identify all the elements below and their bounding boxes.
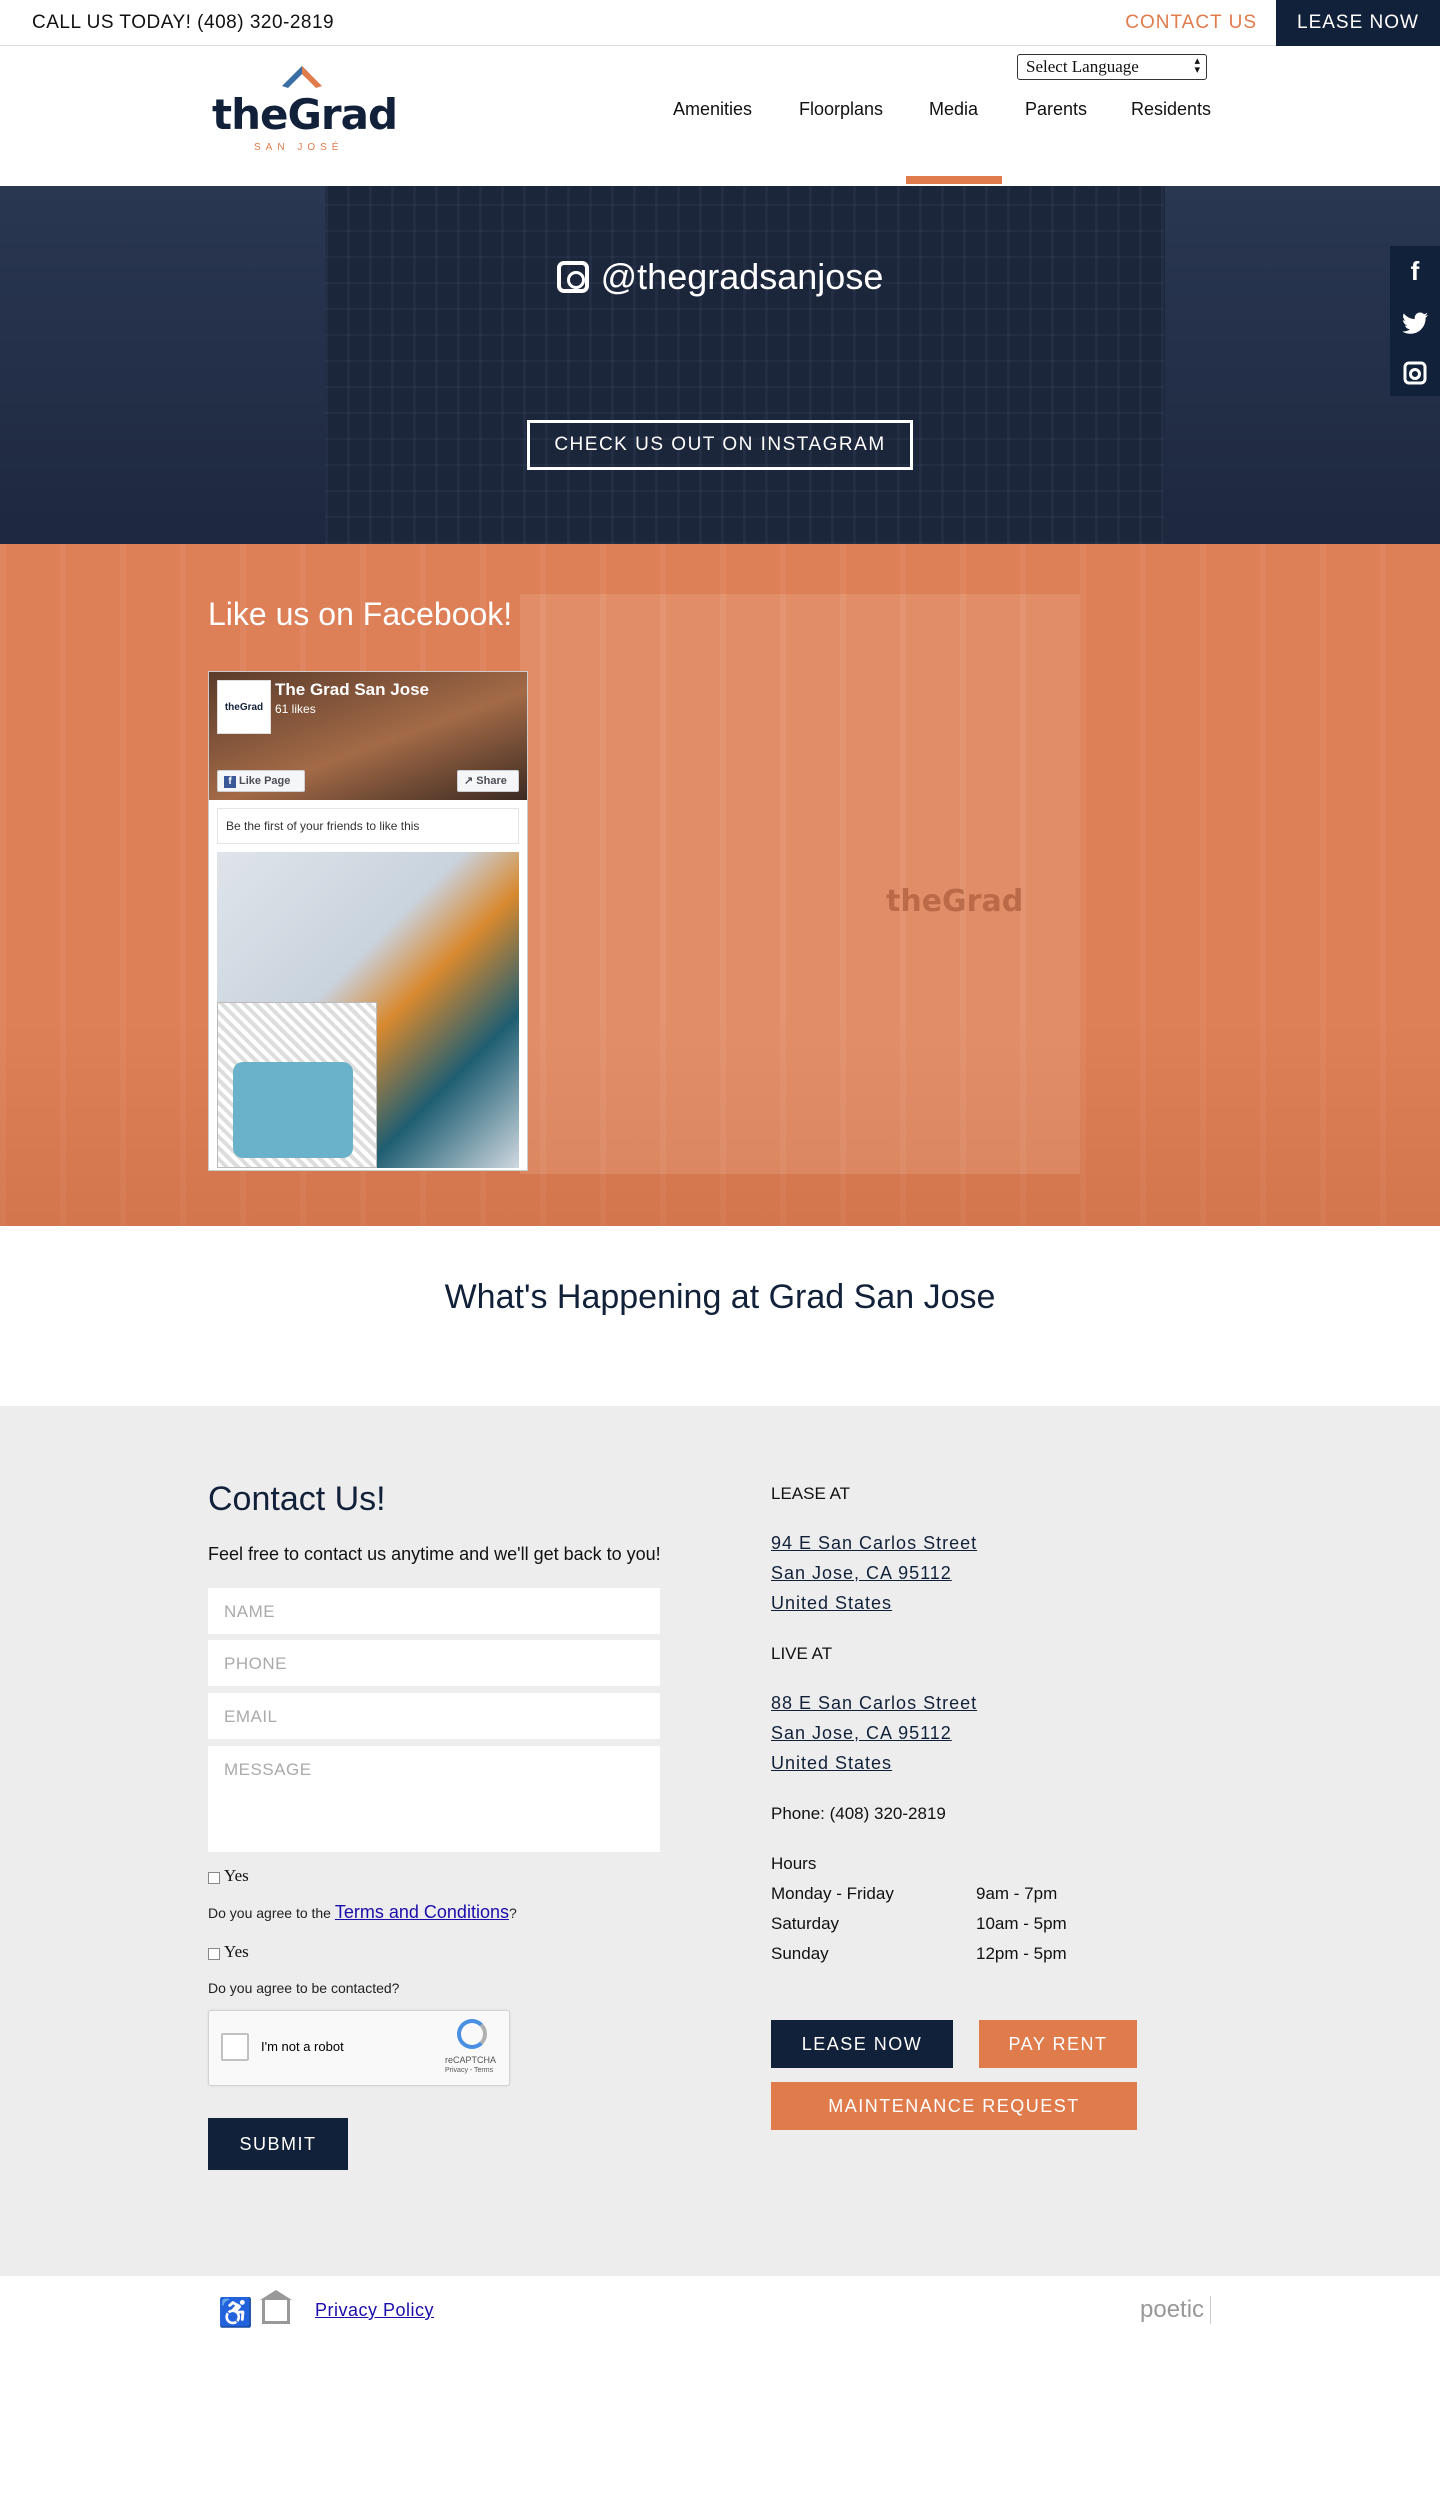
terms-checkbox[interactable] <box>208 1872 220 1884</box>
instagram-sidebar-icon[interactable] <box>1390 346 1440 396</box>
hours-row: Saturday 10am - 5pm <box>771 1914 1067 1934</box>
contact-consent-yes-label: Yes <box>224 1942 249 1961</box>
logo-roof-icon <box>282 66 322 88</box>
happening-title: What's Happening at Grad San Jose <box>444 1278 996 1316</box>
hours-title: Hours <box>771 1854 817 1873</box>
submit-button[interactable]: SUBMIT <box>208 2118 348 2170</box>
accessibility-icon: ♿ <box>218 2297 253 2328</box>
recaptcha-logo-icon <box>457 2019 487 2049</box>
contact-intro: Feel free to contact us anytime and we'l… <box>208 1544 661 1564</box>
terms-agree-prefix: Do you agree to the <box>208 1905 331 1921</box>
instagram-handle-text: @thegradsanjose <box>600 256 884 297</box>
logo-subtext: SAN JOSÉ <box>254 142 344 153</box>
contact-us-link[interactable]: CONTACT US <box>1125 12 1257 34</box>
facebook-likes-count: 61 likes <box>275 702 316 716</box>
select-arrows-icon: ▴ ▾ <box>1194 55 1200 76</box>
recaptcha-label: I'm not a robot <box>261 2039 344 2054</box>
live-address-line[interactable]: 88 E San Carlos Street <box>771 1693 977 1713</box>
poetic-logo[interactable]: poetic <box>1140 2296 1212 2324</box>
phone-text: Phone: (408) 320-2819 <box>771 1804 946 1823</box>
live-address-line[interactable]: United States <box>771 1753 892 1773</box>
terms-agree-text: Do you agree to the Terms and Conditions… <box>208 1902 517 1923</box>
name-field[interactable]: NAME <box>208 1588 660 1634</box>
live-at-heading: LIVE AT <box>771 1644 833 1663</box>
logo-text: theGrad <box>212 90 398 139</box>
live-address: 88 E San Carlos Street San Jose, CA 9511… <box>771 1688 977 1778</box>
terms-agree-suffix: ? <box>508 1905 517 1921</box>
hours-row: Monday - Friday 9am - 7pm <box>771 1884 1057 1904</box>
twitter-icon[interactable] <box>1390 296 1440 346</box>
facebook-section-title: Like us on Facebook! <box>208 596 513 632</box>
lease-at-heading: LEASE AT <box>771 1484 851 1503</box>
facebook-like-icon: f <box>224 776 236 788</box>
facebook-share-label: Share <box>476 775 507 787</box>
site-footer: ♿ Privacy Policy poetic <box>0 2276 1440 2500</box>
pay-rent-button[interactable]: PAY RENT <box>979 2020 1137 2068</box>
language-select-value: Select Language <box>1026 57 1139 76</box>
facebook-friends-text: Be the first of your friends to like thi… <box>217 808 519 844</box>
instagram-icon <box>556 261 589 293</box>
hours-time: 12pm - 5pm <box>976 1944 1067 1963</box>
terms-link[interactable]: Terms and Conditions <box>335 1902 509 1922</box>
recaptcha-brand: reCAPTCHA <box>445 2055 497 2065</box>
hours-time: 10am - 5pm <box>976 1914 1067 1933</box>
facebook-like-button[interactable]: f Like Page <box>217 770 305 792</box>
hours-day: Sunday <box>771 1944 829 1963</box>
recaptcha-links[interactable]: Privacy - Terms <box>445 2067 493 2074</box>
facebook-like-label: Like Page <box>239 775 291 787</box>
happening-section: What's Happening at Grad San Jose <box>0 1226 1440 1406</box>
recaptcha-checkbox[interactable] <box>221 2033 249 2061</box>
contact-consent-checkbox[interactable] <box>208 1948 220 1960</box>
share-icon: ↗ <box>464 775 477 787</box>
social-sidebar: f <box>1390 246 1440 396</box>
top-bar: CALL US TODAY! (408) 320-2819 CONTACT US… <box>0 0 1440 46</box>
phone-field[interactable]: PHONE <box>208 1640 660 1686</box>
lease-address-line[interactable]: 94 E San Carlos Street <box>771 1533 977 1553</box>
instagram-handle: @thegradsanjose <box>0 256 1440 298</box>
hours-row: Sunday 12pm - 5pm <box>771 1944 1067 1964</box>
facebook-page-avatar[interactable]: theGrad <box>217 680 271 734</box>
lease-address-line[interactable]: United States <box>771 1593 892 1613</box>
instagram-hero: @thegradsanjose CHECK US OUT ON INSTAGRA… <box>0 186 1440 544</box>
hero-overlay <box>0 186 1440 544</box>
facebook-post-image[interactable] <box>217 852 519 1168</box>
facebook-icon[interactable]: f <box>1390 246 1440 296</box>
lease-now-button[interactable]: LEASE NOW <box>1276 0 1440 46</box>
facebook-section: theGrad Like us on Facebook! theGrad The… <box>0 544 1440 1226</box>
lease-now-bottom-button[interactable]: LEASE NOW <box>771 2020 953 2068</box>
hours-time: 9am - 7pm <box>976 1884 1058 1903</box>
watch-image <box>233 1062 353 1158</box>
hours-day: Monday - Friday <box>771 1884 894 1903</box>
recaptcha-widget: I'm not a robot reCAPTCHA Privacy - Term… <box>208 2010 510 2086</box>
facebook-share-button[interactable]: ↗ Share <box>457 770 519 792</box>
language-select[interactable]: Select Language ▴ ▾ <box>1017 54 1207 80</box>
live-address-line[interactable]: San Jose, CA 95112 <box>771 1723 952 1743</box>
terms-yes-label: Yes <box>224 1866 249 1885</box>
nav-amenities[interactable]: Amenities <box>673 99 752 120</box>
contact-title: Contact Us! <box>208 1480 386 1518</box>
nav-residents[interactable]: Residents <box>1131 99 1211 120</box>
instagram-button[interactable]: CHECK US OUT ON INSTAGRAM <box>527 420 913 470</box>
call-us-text: CALL US TODAY! (408) 320-2819 <box>32 12 335 33</box>
contact-consent-text: Do you agree to be contacted? <box>208 1980 400 1996</box>
lease-address: 94 E San Carlos Street San Jose, CA 9511… <box>771 1528 977 1618</box>
maintenance-request-button[interactable]: MAINTENANCE REQUEST <box>771 2082 1137 2130</box>
privacy-policy-link[interactable]: Privacy Policy <box>315 2300 434 2321</box>
contact-section: Contact Us! Feel free to contact us anyt… <box>0 1406 1440 2276</box>
equal-housing-icon <box>260 2290 292 2324</box>
message-field[interactable]: MESSAGE <box>208 1746 660 1852</box>
lease-address-line[interactable]: San Jose, CA 95112 <box>771 1563 952 1583</box>
nav-parents[interactable]: Parents <box>1025 99 1087 120</box>
nav-floorplans[interactable]: Floorplans <box>799 99 883 120</box>
active-nav-indicator <box>906 176 1002 184</box>
site-logo[interactable]: theGrad SAN JOSÉ <box>212 64 398 154</box>
facebook-page-name[interactable]: The Grad San Jose <box>275 680 429 700</box>
building-sign: theGrad <box>886 884 1024 919</box>
facebook-page-widget[interactable]: theGrad The Grad San Jose 61 likes f Like… <box>208 671 528 1171</box>
nav-media[interactable]: Media <box>929 99 978 120</box>
site-header: theGrad SAN JOSÉ Select Language ▴ ▾ Amen… <box>0 46 1440 186</box>
email-field[interactable]: EMAIL <box>208 1693 660 1739</box>
hours-day: Saturday <box>771 1914 840 1933</box>
